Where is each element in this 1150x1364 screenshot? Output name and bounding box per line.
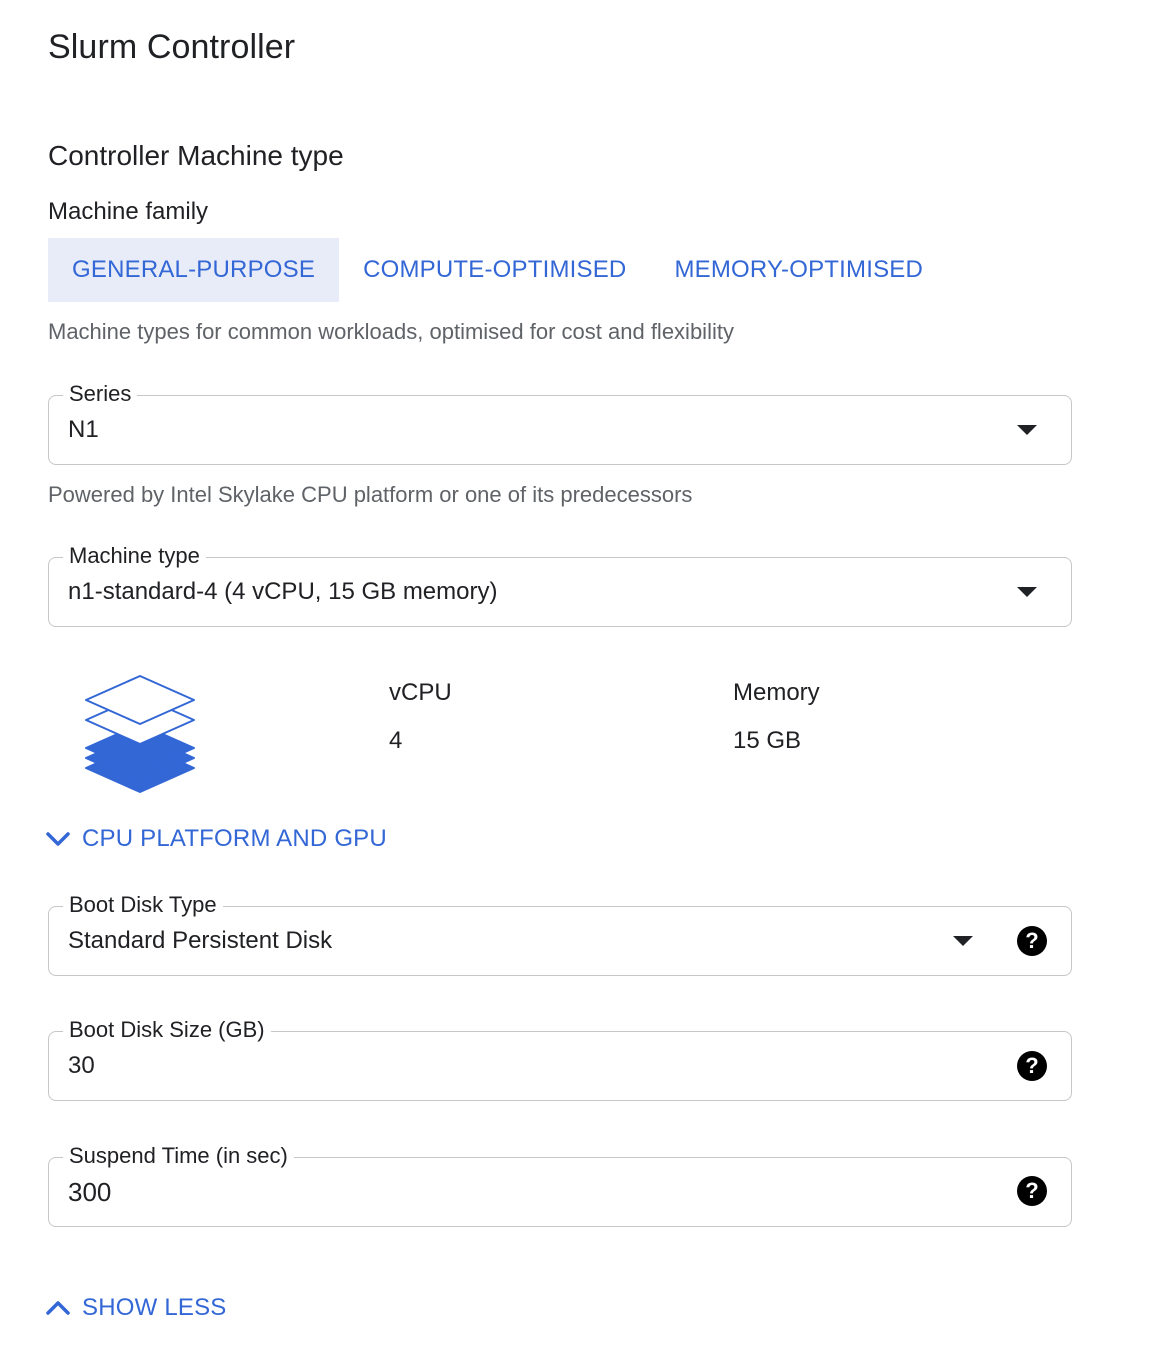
machine-family-tabs: GENERAL-PURPOSE COMPUTE-OPTIMISED MEMORY… xyxy=(48,238,947,302)
suspend-time-label: Suspend Time (in sec) xyxy=(63,1139,294,1173)
dropdown-arrow-icon[interactable] xyxy=(1017,587,1037,597)
series-label: Series xyxy=(63,377,138,411)
help-icon[interactable]: ? xyxy=(1017,1051,1047,1081)
chevron-down-icon xyxy=(46,832,70,846)
boot-disk-type-label: Boot Disk Type xyxy=(63,888,223,922)
vcpu-label: vCPU xyxy=(389,679,452,706)
series-helper: Powered by Intel Skylake CPU platform or… xyxy=(48,482,693,507)
tab-compute-optimised[interactable]: COMPUTE-OPTIMISED xyxy=(339,238,650,302)
page-title: Slurm Controller xyxy=(48,28,296,66)
dropdown-arrow-icon[interactable] xyxy=(1017,425,1037,435)
tab-memory-optimised[interactable]: MEMORY-OPTIMISED xyxy=(650,238,947,302)
help-icon[interactable]: ? xyxy=(1017,926,1047,956)
chevron-up-icon xyxy=(46,1301,70,1315)
boot-disk-size-field[interactable]: Boot Disk Size (GB) 30 ? xyxy=(48,1013,1072,1101)
machine-family-label: Machine family xyxy=(48,198,209,225)
show-less-label: SHOW LESS xyxy=(82,1294,227,1321)
layers-icon xyxy=(80,672,200,797)
tab-general-purpose[interactable]: GENERAL-PURPOSE xyxy=(48,238,340,302)
memory-label: Memory xyxy=(733,679,820,706)
help-icon[interactable]: ? xyxy=(1017,1176,1047,1206)
boot-disk-size-label: Boot Disk Size (GB) xyxy=(63,1013,271,1047)
series-value: N1 xyxy=(68,416,99,443)
boot-disk-type-value: Standard Persistent Disk xyxy=(68,927,333,954)
dropdown-arrow-icon[interactable] xyxy=(953,936,973,946)
section-title: Controller Machine type xyxy=(48,140,344,171)
series-select[interactable]: Series N1 xyxy=(48,377,1072,465)
suspend-time-value[interactable]: 300 xyxy=(68,1176,111,1208)
vcpu-value: 4 xyxy=(389,727,403,754)
show-less-button[interactable]: SHOW LESS xyxy=(44,1294,227,1322)
cpu-platform-label: CPU PLATFORM AND GPU xyxy=(82,825,387,852)
boot-disk-type-select[interactable]: Boot Disk Type Standard Persistent Disk … xyxy=(48,888,1072,976)
machine-type-label: Machine type xyxy=(63,539,206,573)
cpu-platform-expander[interactable]: CPU PLATFORM AND GPU xyxy=(44,825,387,853)
family-description: Machine types for common workloads, opti… xyxy=(48,319,734,344)
machine-type-value: n1-standard-4 (4 vCPU, 15 GB memory) xyxy=(68,578,498,605)
machine-type-select[interactable]: Machine type n1-standard-4 (4 vCPU, 15 G… xyxy=(48,539,1072,627)
suspend-time-field[interactable]: Suspend Time (in sec) 300 ? xyxy=(48,1139,1072,1227)
memory-value: 15 GB xyxy=(733,727,802,754)
boot-disk-size-value[interactable]: 30 xyxy=(68,1050,95,1082)
